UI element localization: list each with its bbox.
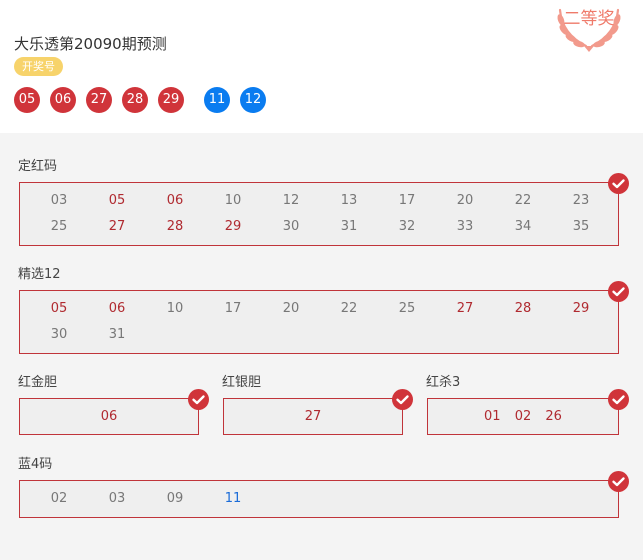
predicted-number: 05	[50, 301, 68, 316]
page-title: 大乐透第20090期预测	[14, 35, 167, 53]
red-ball: 29	[158, 87, 184, 113]
correct-check-icon	[608, 389, 629, 410]
ding-hong-box: 03 05 06 10 12 13 17 20 22 23 25 27 28 29 30 31 32 33 34 35	[19, 182, 619, 246]
red-ball: 27	[86, 87, 112, 113]
predicted-number: 22	[340, 301, 358, 316]
predicted-number: 27	[456, 301, 474, 316]
predicted-number: 22	[514, 193, 532, 208]
predicted-number: 33	[456, 219, 474, 234]
correct-check-icon	[608, 173, 629, 194]
predicted-number: 29	[572, 301, 590, 316]
hong-sha-number: 02	[514, 409, 532, 424]
correct-check-icon	[608, 281, 629, 302]
predicted-number: 31	[108, 327, 126, 342]
lan-ma-box: 02 03 09 11	[19, 480, 619, 518]
predicted-number: 10	[166, 301, 184, 316]
hong-jin-dan-number: 06	[100, 409, 118, 424]
section-label-hong-yin-dan: 红银胆	[222, 375, 262, 390]
correct-check-icon	[188, 389, 209, 410]
predicted-number: 20	[282, 301, 300, 316]
blue-ball: 11	[204, 87, 230, 113]
draw-number-badge: 开奖号	[14, 57, 63, 76]
section-label-ding-hong: 定红码	[18, 159, 58, 174]
hong-sha-number: 26	[545, 409, 562, 424]
predicted-number: 06	[166, 193, 184, 208]
red-ball: 05	[14, 87, 40, 113]
predicted-number: 30	[282, 219, 300, 234]
predicted-number: 06	[108, 301, 126, 316]
red-ball: 28	[122, 87, 148, 113]
hong-yin-dan-number: 27	[304, 409, 322, 424]
predicted-number: 35	[572, 219, 590, 234]
predicted-number: 03	[50, 193, 68, 208]
hong-yin-dan-box: 27	[223, 398, 403, 435]
predicted-number: 12	[282, 193, 300, 208]
predicted-number: 31	[340, 219, 358, 234]
section-label-jing-xuan: 精选12	[18, 267, 61, 282]
jing-xuan-box: 05 06 10 17 20 22 25 27 28 29 30 31	[19, 290, 619, 354]
predicted-number: 28	[166, 219, 184, 234]
section-label-hong-sha: 红杀3	[426, 375, 461, 390]
predicted-number: 11	[224, 491, 242, 506]
correct-check-icon	[392, 389, 413, 410]
predicted-number: 17	[398, 193, 416, 208]
red-ball: 06	[50, 87, 76, 113]
predicted-number: 13	[340, 193, 358, 208]
predicted-number: 03	[108, 491, 126, 506]
predicted-number: 10	[224, 193, 242, 208]
hong-sha-number: 01	[484, 409, 501, 424]
predicted-number: 17	[224, 301, 242, 316]
predicted-number: 02	[50, 491, 68, 506]
predicted-number: 25	[50, 219, 68, 234]
predicted-number: 27	[108, 219, 126, 234]
predicted-number: 20	[456, 193, 474, 208]
section-label-hong-jin-dan: 红金胆	[18, 375, 58, 390]
hong-jin-dan-box: 06	[19, 398, 199, 435]
predicted-number: 28	[514, 301, 532, 316]
section-label-lan-ma: 蓝4码	[18, 457, 53, 472]
predicted-number: 34	[514, 219, 532, 234]
predicted-number: 30	[50, 327, 68, 342]
prize-level-text: 二等奖	[563, 9, 615, 29]
draw-header: 大乐透第20090期预测 开奖号 05 06 27 28 29 11 12 二等…	[0, 0, 643, 133]
correct-check-icon	[608, 471, 629, 492]
predicted-number: 09	[166, 491, 184, 506]
predicted-number: 25	[398, 301, 416, 316]
predicted-number: 23	[572, 193, 590, 208]
predicted-number: 05	[108, 193, 126, 208]
hong-sha-box: 01 02 26	[427, 398, 619, 435]
predicted-number: 32	[398, 219, 416, 234]
predicted-number: 29	[224, 219, 242, 234]
prize-stamp: 二等奖	[548, 0, 630, 56]
blue-ball: 12	[240, 87, 266, 113]
hong-sha-numbers: 01 02 26	[428, 399, 618, 434]
